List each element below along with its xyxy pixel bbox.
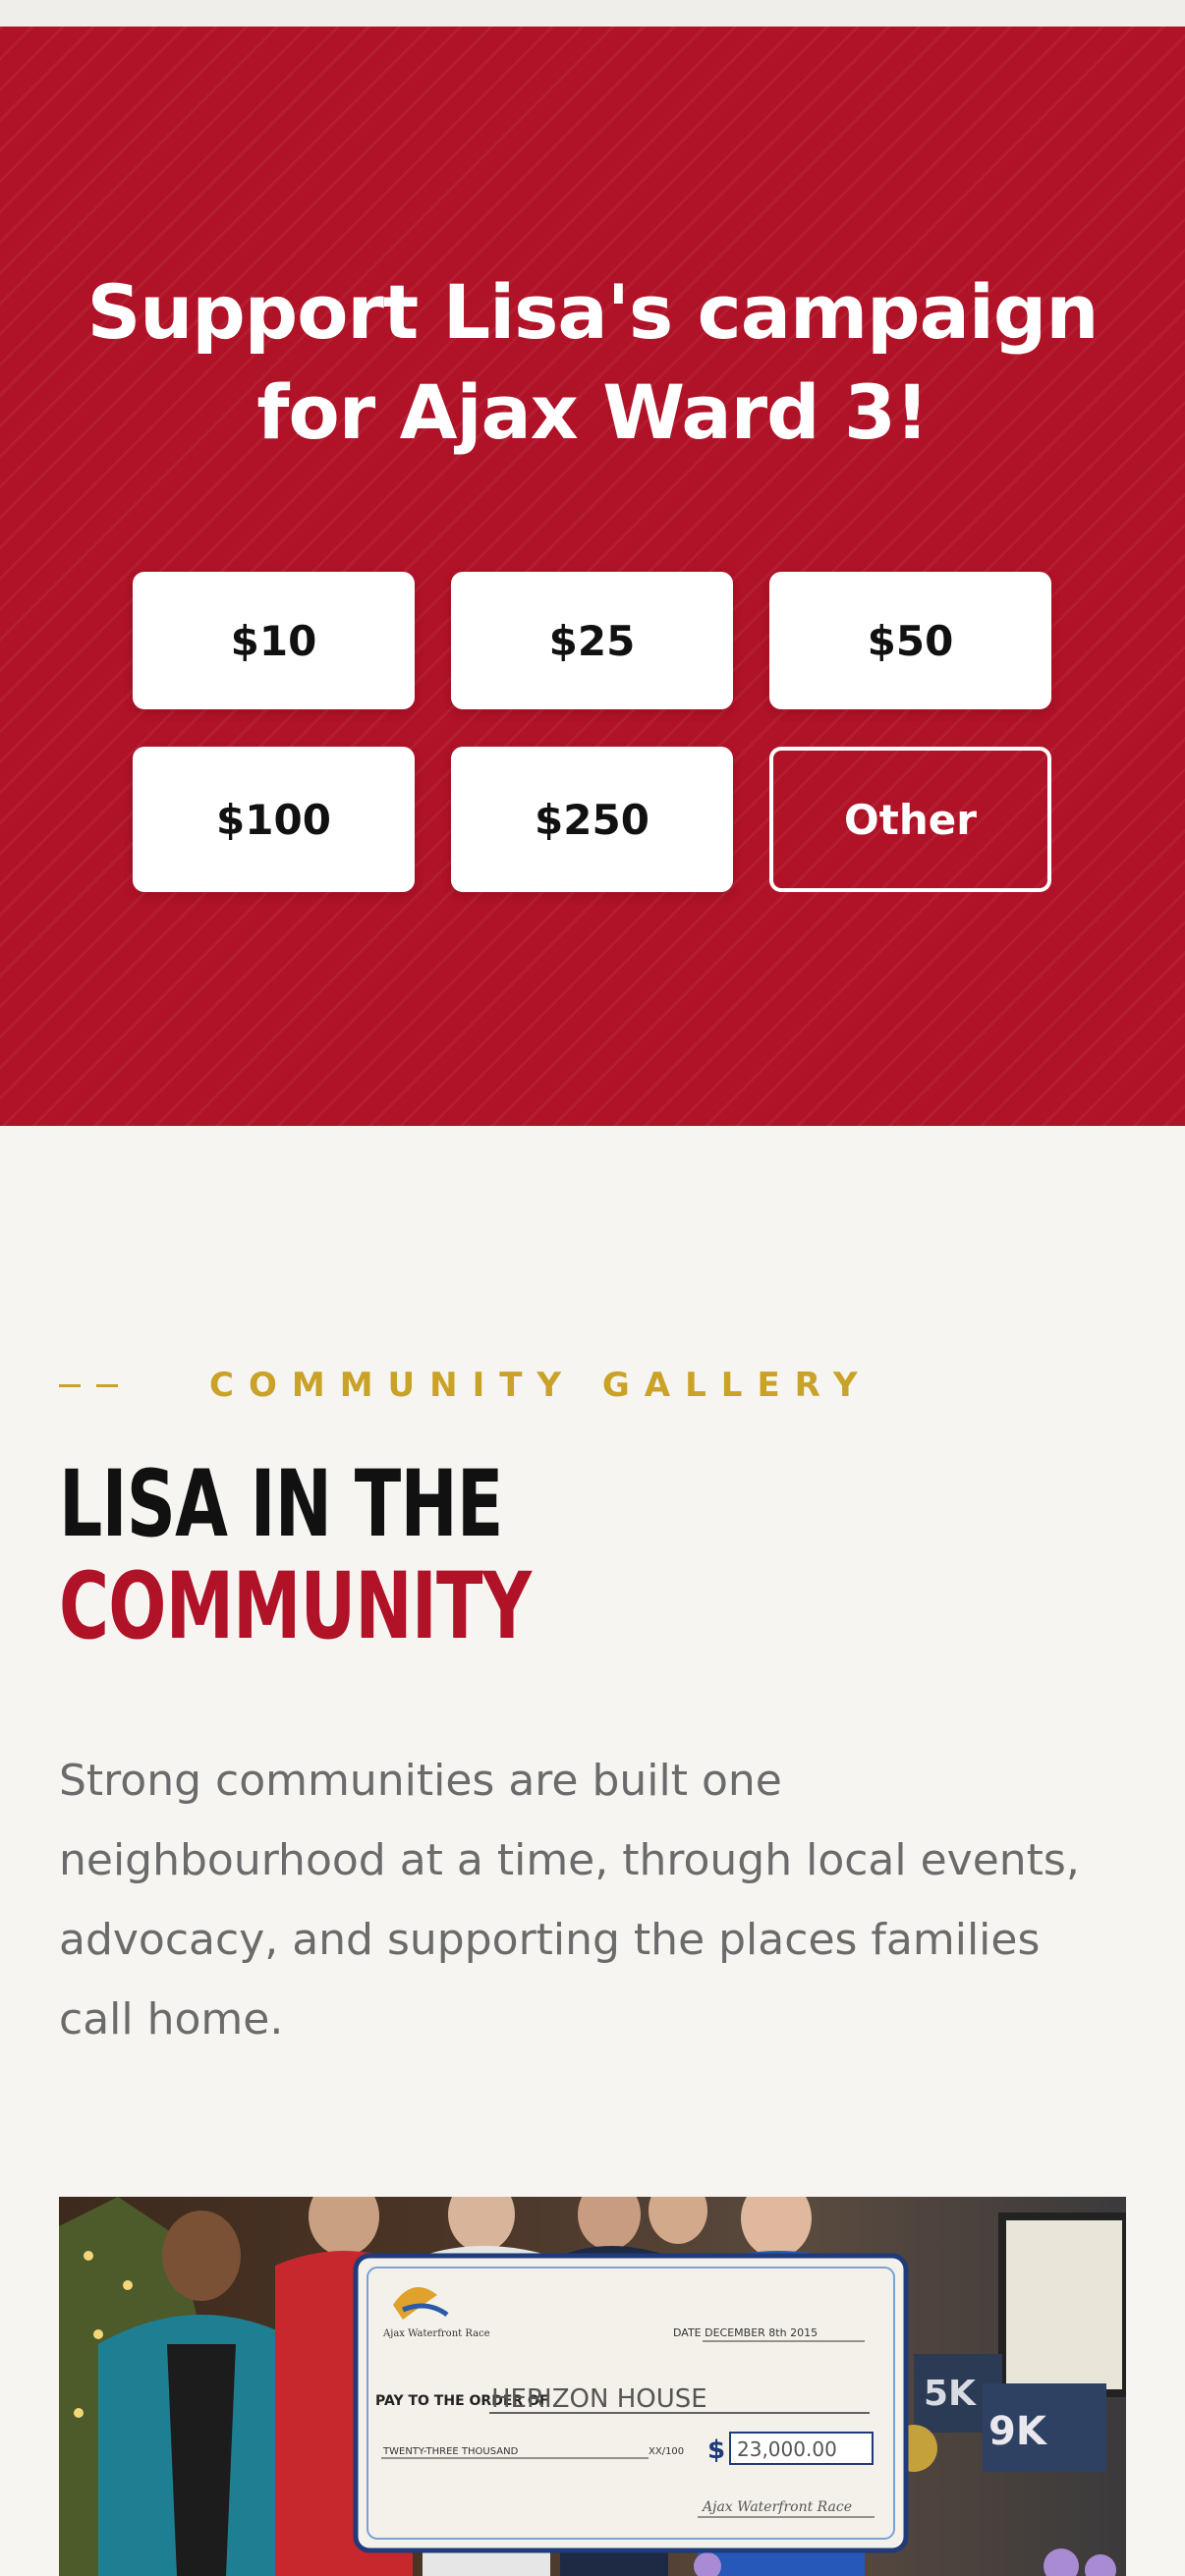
gallery-description: Strong communities are built one neighbo… [59, 1756, 1080, 2044]
cheque-dollar-sign: $ [707, 2436, 725, 2465]
cheque-presentation-image: 5K 9K Ajax Waterfront Race DATE DECEMBER… [59, 2197, 1126, 2576]
eyebrow-dash [96, 1384, 118, 1387]
sign-9k-text: 9K [988, 2409, 1048, 2454]
donate-50-button[interactable]: $50 [769, 572, 1051, 709]
cheque-signature: Ajax Waterfront Race [701, 2499, 852, 2515]
cheque-org: Ajax Waterfront Race [382, 2328, 490, 2339]
gallery-title-line-2: COMMUNITY [59, 1553, 532, 1660]
donate-10-button[interactable]: $10 [133, 572, 415, 709]
top-strip [0, 0, 1185, 27]
donate-other-button[interactable]: Other [769, 747, 1051, 892]
eyebrow-label: COMMUNITY GALLERY [209, 1366, 873, 1405]
donate-100-button[interactable]: $100 [133, 747, 415, 892]
cheque-amount: 23,000.00 [737, 2437, 837, 2461]
donation-section: Support Lisa's campaign for Ajax Ward 3!… [0, 27, 1185, 1126]
donation-title-line-1: Support Lisa's campaign [86, 268, 1100, 356]
gallery-photo[interactable]: 5K 9K Ajax Waterfront Race DATE DECEMBER… [59, 2197, 1126, 2576]
donation-title-line-2: for Ajax Ward 3! [256, 368, 929, 456]
gallery-title-line-1: LISA IN THE [59, 1451, 503, 1558]
cheque-cents: XX/100 [649, 2446, 684, 2457]
sign-5k-text: 5K [924, 2374, 977, 2414]
cheque-amount-words: TWENTY-THREE THOUSAND [382, 2446, 519, 2457]
gallery-eyebrow: COMMUNITY GALLERY [59, 1366, 1042, 1405]
donate-25-button[interactable]: $25 [451, 572, 733, 709]
donation-title: Support Lisa's campaign for Ajax Ward 3! [59, 262, 1126, 463]
donate-250-button[interactable]: $250 [451, 747, 733, 892]
cheque-date: DATE DECEMBER 8th 2015 [673, 2326, 818, 2339]
gallery-title: LISA IN THE COMMUNITY [59, 1451, 532, 1660]
eyebrow-dash [59, 1384, 81, 1387]
cheque-payee: HERIZON HOUSE [491, 2384, 707, 2414]
